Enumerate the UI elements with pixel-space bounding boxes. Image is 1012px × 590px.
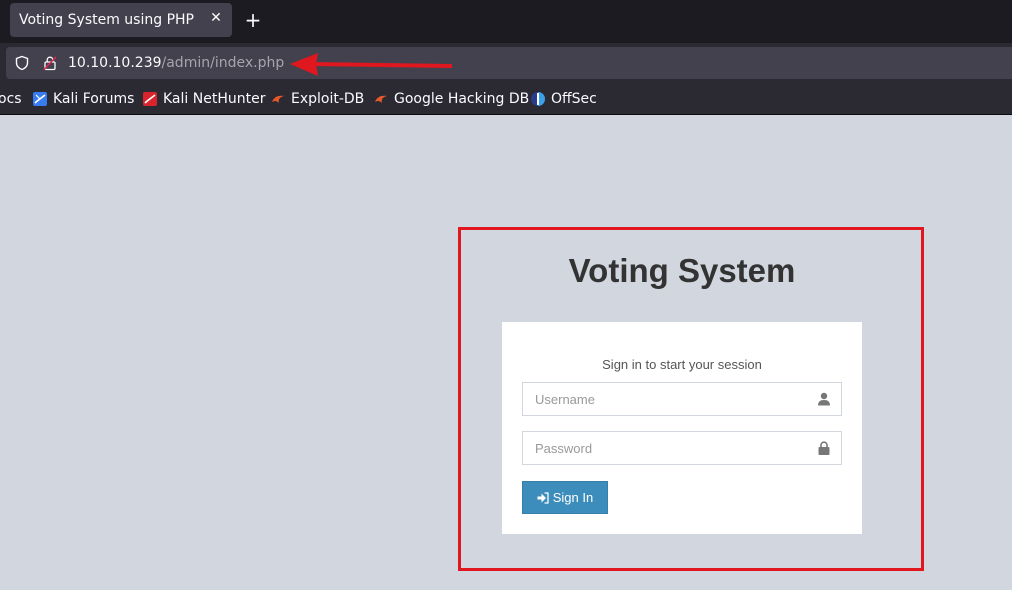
bookmark-label: Kali Forums [53,91,135,107]
bookmark-kali-nethunter[interactable]: Kali NetHunter [142,90,265,108]
url-path: /admin/index.php [161,55,285,71]
bookmark-exploit-db[interactable]: Exploit-DB [270,90,364,108]
bookmark-label: OffSec [551,91,597,107]
username-field[interactable] [522,382,842,416]
bookmark-label: Exploit-DB [291,91,365,107]
bookmark-label: Google Hacking DB [394,91,530,107]
password-field[interactable] [522,431,842,465]
sign-in-button[interactable]: Sign In [522,481,608,514]
bookmark-offsec[interactable]: OffSec [530,90,597,108]
bookmark-docs[interactable]: ocs [0,90,22,108]
browser-chrome: Voting System using PHP ✕ + 10.10.10.239… [0,0,1012,115]
close-icon[interactable]: ✕ [208,10,224,26]
insecure-lock-icon[interactable] [42,55,58,71]
url-text[interactable]: 10.10.10.239/admin/index.php [68,55,284,71]
browser-tab[interactable]: Voting System using PHP ✕ [10,3,232,37]
login-logo: Voting System [568,252,796,289]
bookmark-label: ocs [0,91,22,107]
user-icon [818,392,830,406]
sign-in-icon [537,491,549,504]
tab-bar: Voting System using PHP ✕ + [0,0,1012,43]
login-box: Sign in to start your session Sign In [502,322,862,534]
new-tab-button[interactable]: + [244,10,262,30]
bookmark-kali-forums[interactable]: Kali Forums [32,90,134,108]
tab-title: Voting System using PHP [19,12,194,28]
lock-icon [818,441,830,455]
url-bar[interactable]: 10.10.10.239/admin/index.php [6,47,1012,79]
url-host: 10.10.10.239 [68,55,162,71]
kali-nethunter-icon [143,92,157,106]
username-input[interactable] [523,383,813,415]
navigation-bar: 10.10.10.239/admin/index.php [0,43,1012,83]
login-page: Voting System Sign in to start your sess… [0,115,1012,590]
login-message: Sign in to start your session [602,357,762,372]
sign-in-label: Sign In [552,490,594,505]
bookmark-google-hacking-db[interactable]: Google Hacking DB [373,90,529,108]
bookmark-label: Kali NetHunter [163,91,266,107]
exploit-db-icon [375,95,387,103]
offsec-icon [531,92,545,106]
exploit-db-icon [272,95,284,103]
bookmarks-toolbar: ocs Kali Forums Kali NetHunter Exploit-D… [0,83,1012,115]
kali-forums-icon [33,92,47,106]
shield-icon[interactable] [14,55,30,71]
password-input[interactable] [523,432,813,464]
